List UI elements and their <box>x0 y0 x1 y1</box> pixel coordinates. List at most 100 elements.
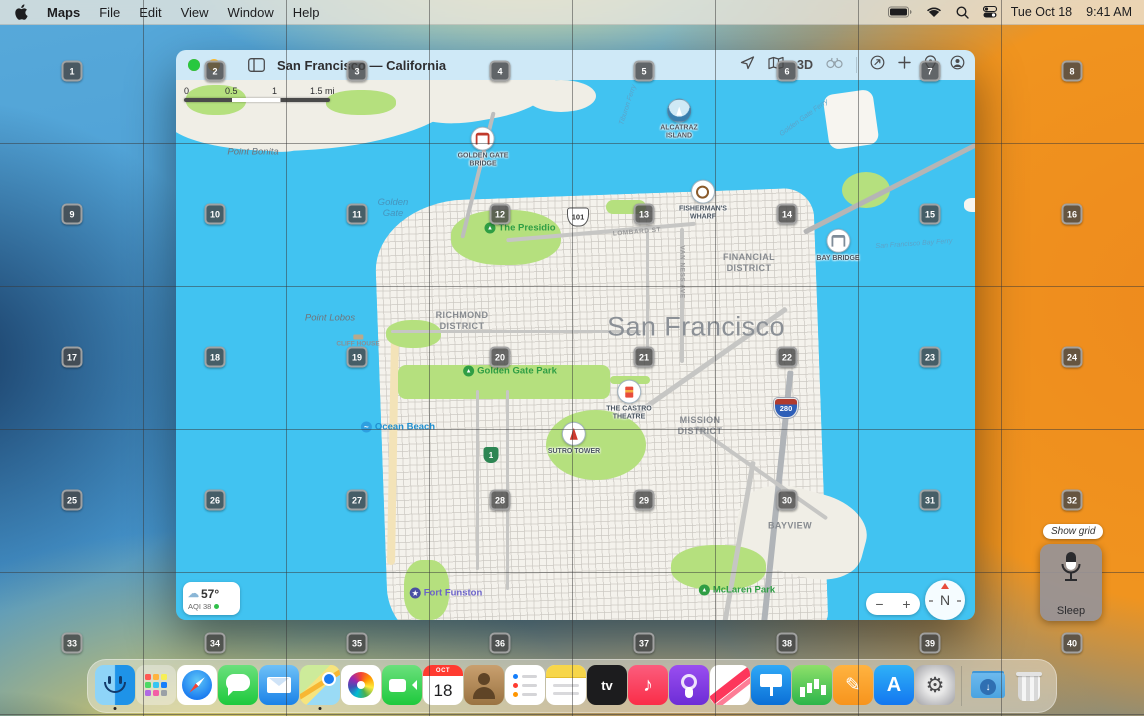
battery-icon[interactable] <box>888 6 912 18</box>
wifi-icon[interactable] <box>926 6 942 18</box>
download-arrow-glyph: ↓ <box>980 679 996 695</box>
dock-tv[interactable]: tv <box>587 665 627 707</box>
menu-item[interactable]: File <box>99 5 120 20</box>
numbers-icon <box>792 665 832 705</box>
map-label: Point Lobos <box>305 313 355 324</box>
map-label: Golden Gate Ferry <box>778 98 829 138</box>
menu-bar: Maps File Edit View Window Help Tue Oct 18 9… <box>0 0 1144 25</box>
minimize-button[interactable] <box>208 59 220 71</box>
dock-trash[interactable] <box>1009 665 1049 707</box>
poi-label: BAY BRIDGE <box>816 255 859 263</box>
map-poi-marker[interactable]: BAY BRIDGE <box>816 229 859 263</box>
dock-launchpad[interactable] <box>136 665 176 707</box>
voice-control-panel[interactable]: Sleep <box>1040 544 1102 621</box>
dock-reminders[interactable] <box>505 665 545 707</box>
window-title: San Francisco — California <box>277 58 446 73</box>
account-icon[interactable] <box>950 55 965 75</box>
system-settings-icon: ⚙ <box>915 665 955 705</box>
map-poi-marker[interactable]: FISHERMAN'S WHARF <box>679 180 727 223</box>
menu-item[interactable]: View <box>181 5 209 20</box>
poi-icon[interactable] <box>667 99 691 123</box>
mail-icon <box>259 665 299 705</box>
dock-appstore[interactable]: A <box>874 665 914 707</box>
voice-control-sleep-label[interactable]: Sleep <box>1057 605 1085 617</box>
dock-contacts[interactable] <box>464 665 504 707</box>
map-label: McLaren Park <box>699 585 775 596</box>
map-mode-icon[interactable] <box>768 56 784 75</box>
poi-label: GOLDEN GATE BRIDGE <box>458 153 509 170</box>
menu-time[interactable]: 9:41 AM <box>1086 5 1132 19</box>
reminders-icon <box>505 665 545 705</box>
dock-messages[interactable] <box>218 665 258 707</box>
map-poi-marker[interactable]: SUTRO TOWER <box>548 422 600 456</box>
dock-calendar[interactable]: OCT 18 <box>423 665 463 707</box>
facetime-icon <box>382 665 422 705</box>
sidebar-toggle-icon[interactable] <box>248 58 265 72</box>
map-poi-marker[interactable]: THE CASTRO THEATRE <box>606 380 652 423</box>
window-titlebar[interactable]: San Francisco — California 3D <box>176 50 975 80</box>
look-around-binoculars-icon[interactable] <box>826 56 843 74</box>
dock-keynote[interactable] <box>751 665 791 707</box>
share-icon[interactable] <box>870 55 885 75</box>
map-poi-marker[interactable]: ALCATRAZ ISLAND <box>660 99 698 142</box>
map-poi-marker[interactable]: GOLDEN GATE BRIDGE <box>458 127 509 170</box>
scale-label: 0.5 <box>225 86 238 96</box>
control-center-icon[interactable] <box>983 6 997 18</box>
map-canvas[interactable]: 0 0.5 1 1.5 mi Point BonitaGolden GateTi… <box>176 80 975 620</box>
lincoln-park-green <box>386 320 441 348</box>
zoom-button[interactable] <box>188 59 200 71</box>
dock-news[interactable] <box>710 665 750 707</box>
zoom-in-button[interactable]: + <box>902 597 910 611</box>
poi-icon[interactable] <box>691 180 715 204</box>
pier-land <box>964 198 975 212</box>
spotlight-search-icon[interactable] <box>956 6 969 19</box>
marina-green <box>606 200 646 214</box>
dock-photos[interactable] <box>341 665 381 707</box>
dock-podcasts[interactable] <box>669 665 709 707</box>
map-label: The Presidio <box>484 223 555 234</box>
finder-icon <box>95 665 135 705</box>
keynote-icon <box>751 665 791 705</box>
toolbar-divider <box>856 57 857 73</box>
dock-music[interactable]: ♪ <box>628 665 668 707</box>
menu-item[interactable]: Window <box>228 5 274 20</box>
menu-item[interactable]: Help <box>293 5 320 20</box>
zoom-out-button[interactable]: − <box>875 597 883 611</box>
apple-logo-icon[interactable] <box>14 4 28 20</box>
pin-drop-icon[interactable] <box>924 55 937 76</box>
menu-item[interactable]: Edit <box>139 5 161 20</box>
pages-icon: ✎ <box>833 665 873 705</box>
dock-numbers[interactable] <box>792 665 832 707</box>
poi-label: FISHERMAN'S WHARF <box>679 206 727 223</box>
map-scale-bar: 0 0.5 1 1.5 mi <box>184 86 354 110</box>
dock-maps[interactable] <box>300 665 340 707</box>
poi-icon[interactable] <box>617 380 641 404</box>
dock-finder[interactable] <box>95 665 135 707</box>
microphone-icon <box>1060 551 1082 590</box>
dock-mail[interactable] <box>259 665 299 707</box>
compass-control[interactable]: N <box>925 580 965 620</box>
dock-facetime[interactable] <box>382 665 422 707</box>
dock-settings[interactable]: ⚙ <box>915 665 955 707</box>
poi-icon[interactable] <box>562 422 586 446</box>
app-store-icon: A <box>874 665 914 705</box>
aqi-status-dot <box>214 604 219 609</box>
poi-icon[interactable] <box>471 127 495 151</box>
dock-safari[interactable] <box>177 665 217 707</box>
menu-app-name[interactable]: Maps <box>47 5 80 20</box>
dock-pages[interactable]: ✎ <box>833 665 873 707</box>
poi-icon[interactable] <box>826 229 850 253</box>
dock-notes[interactable] <box>546 665 586 707</box>
menu-date[interactable]: Tue Oct 18 <box>1011 5 1072 19</box>
maps-window: San Francisco — California 3D <box>176 50 975 620</box>
dock-divider <box>961 666 962 706</box>
dock-downloads[interactable]: ↓ <box>968 665 1008 707</box>
map-label: Golden Gate Park <box>463 366 557 377</box>
route-shield: 1 <box>484 447 499 463</box>
add-icon[interactable] <box>898 56 911 74</box>
current-location-icon[interactable] <box>740 55 755 75</box>
map-label: RICHMOND DISTRICT <box>436 310 489 333</box>
weather-widget[interactable]: ☁ 57° AQI 38 <box>183 582 240 615</box>
3d-mode-button[interactable]: 3D <box>797 58 813 72</box>
map-label: Golden Gate <box>378 197 409 219</box>
